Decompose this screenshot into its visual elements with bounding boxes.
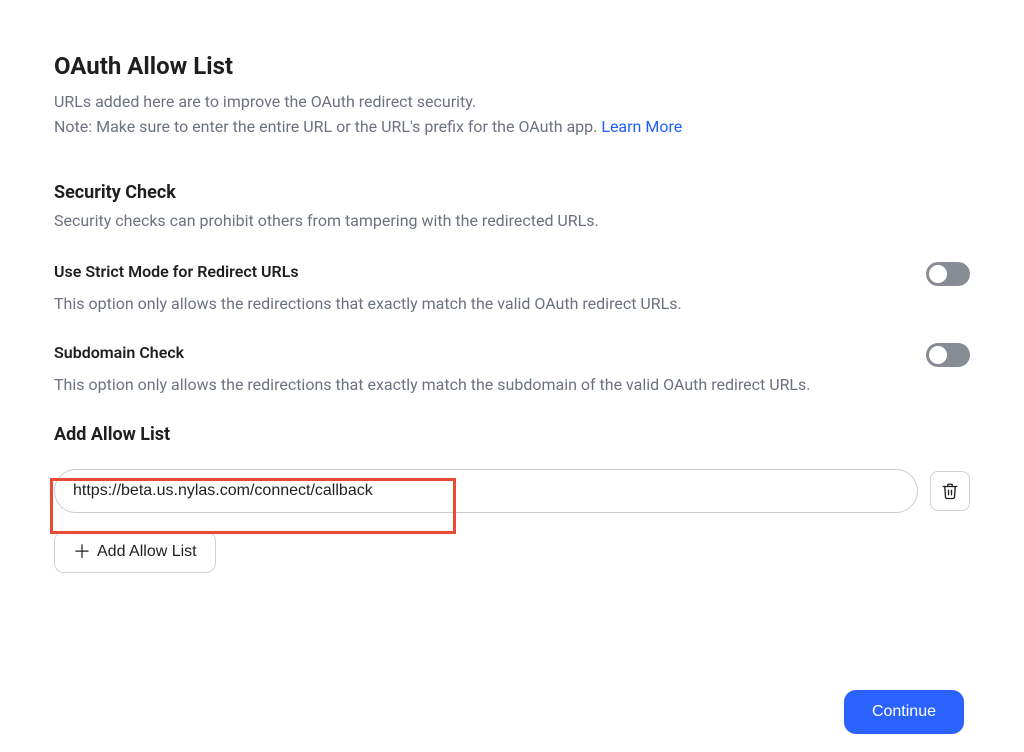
subdomain-check-row: Subdomain Check bbox=[54, 343, 970, 367]
subdomain-check-description: This option only allows the redirections… bbox=[54, 375, 970, 394]
trash-icon bbox=[941, 482, 959, 500]
allow-list-url-input[interactable] bbox=[54, 469, 918, 513]
strict-mode-description: This option only allows the redirections… bbox=[54, 294, 970, 313]
delete-allow-list-item-button[interactable] bbox=[930, 471, 970, 511]
oauth-description: URLs added here are to improve the OAuth… bbox=[54, 90, 970, 140]
security-check-description: Security checks can prohibit others from… bbox=[54, 211, 970, 230]
strict-mode-row: Use Strict Mode for Redirect URLs bbox=[54, 262, 970, 286]
description-line-2: Note: Make sure to enter the entire URL … bbox=[54, 117, 601, 136]
plus-icon: ＋ bbox=[73, 543, 91, 561]
learn-more-link[interactable]: Learn More bbox=[601, 117, 682, 136]
description-line-1: URLs added here are to improve the OAuth… bbox=[54, 92, 476, 111]
continue-button[interactable]: Continue bbox=[844, 690, 964, 734]
add-allow-list-label: Add Allow List bbox=[97, 543, 197, 561]
page-title: OAuth Allow List bbox=[54, 52, 970, 80]
strict-mode-label: Use Strict Mode for Redirect URLs bbox=[54, 262, 299, 281]
strict-mode-toggle[interactable] bbox=[926, 262, 970, 286]
subdomain-check-toggle[interactable] bbox=[926, 343, 970, 367]
security-check-title: Security Check bbox=[54, 182, 970, 203]
toggle-knob-icon bbox=[929, 265, 947, 283]
add-allow-list-title: Add Allow List bbox=[54, 424, 970, 445]
add-allow-list-button[interactable]: ＋ Add Allow List bbox=[54, 531, 216, 573]
allow-list-item-row bbox=[54, 469, 970, 513]
subdomain-check-label: Subdomain Check bbox=[54, 343, 184, 362]
toggle-knob-icon bbox=[929, 346, 947, 364]
